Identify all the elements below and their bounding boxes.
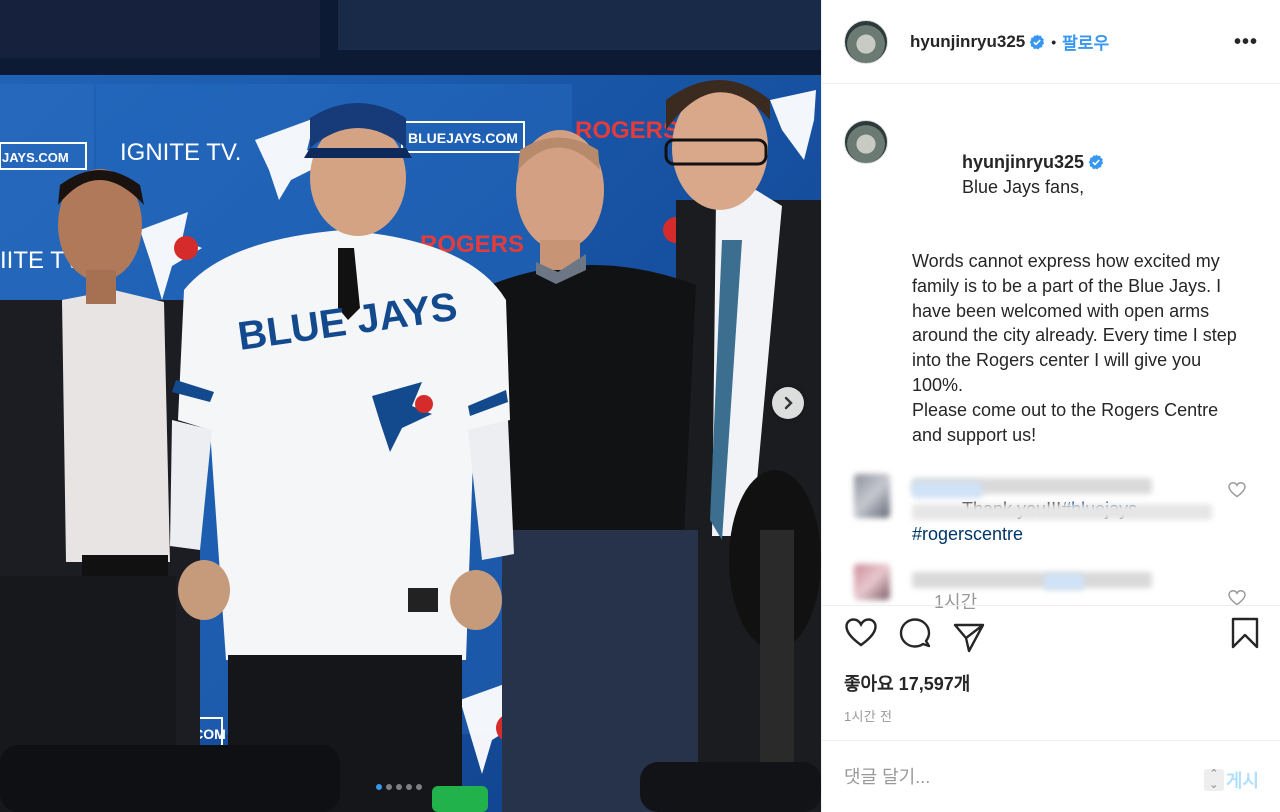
resize-grip-icon: ⌃ ⌄ (1203, 769, 1224, 791)
comment-avatar[interactable] (854, 474, 890, 518)
caption-username[interactable]: hyunjinryu325 (962, 152, 1084, 172)
photo-illustration: IGNITE TV. JAYS.COM BLUEJAYS.COM ROGERS … (0, 0, 821, 812)
svg-text:ROGERS: ROGERS (575, 117, 679, 144)
comment-item (844, 474, 1264, 522)
bookmark-icon[interactable] (1228, 616, 1262, 650)
follow-button[interactable]: 팔로우 (1062, 29, 1109, 54)
post-header: hyunjinryu325 • 팔로우 ••• (822, 0, 1280, 84)
instagram-post-view: IGNITE TV. JAYS.COM BLUEJAYS.COM ROGERS … (0, 0, 1280, 812)
post-comment-button[interactable]: ⌃ ⌄ 게시 (1203, 767, 1259, 793)
carousel-dot (386, 784, 392, 790)
comment-icon[interactable] (898, 616, 932, 650)
comment-like-icon[interactable] (1228, 590, 1246, 606)
comment-input[interactable] (844, 761, 1184, 793)
sponsor-text-2: BLUEJAYS.COM (408, 130, 518, 146)
heart-icon[interactable] (844, 616, 878, 650)
post-actions: 좋아요 17,597개 1시간 전 ⌃⌄게시 (822, 605, 1280, 811)
carousel-dot (406, 784, 412, 790)
post-caption: hyunjinryu325 Blue Jays fans, Words cann… (844, 120, 1264, 614)
svg-text:JAYS.COM: JAYS.COM (2, 150, 69, 165)
post-timestamp: 1시간 전 (844, 709, 893, 724)
post-photo[interactable]: IGNITE TV. JAYS.COM BLUEJAYS.COM ROGERS … (0, 0, 821, 812)
carousel-dot (416, 784, 422, 790)
carousel-dot (396, 784, 402, 790)
carousel-next-button[interactable] (772, 387, 804, 419)
carousel-indicators (376, 784, 422, 790)
header-separator: • (1051, 33, 1057, 50)
likes-count[interactable]: 좋아요 17,597개 (844, 670, 970, 696)
carousel-dot (376, 784, 382, 790)
sponsor-text-1: IGNITE TV. (120, 139, 241, 166)
comment-like-icon[interactable] (1228, 482, 1246, 498)
chevron-right-icon (784, 396, 793, 410)
verified-badge-icon (1088, 154, 1104, 170)
post-side-panel: hyunjinryu325 • 팔로우 ••• hyunjinryu325 Bl… (821, 0, 1280, 812)
hashtag-link[interactable]: #rogerscentre (912, 524, 1023, 544)
avatar[interactable] (844, 120, 888, 164)
more-options-icon[interactable]: ••• (1234, 31, 1258, 54)
caption-text: Words cannot express how excited my fami… (912, 250, 1237, 445)
avatar[interactable] (844, 19, 888, 64)
share-icon[interactable] (952, 620, 986, 654)
header-username[interactable]: hyunjinryu325 (910, 32, 1025, 52)
caption-greeting: Blue Jays fans, (962, 176, 1085, 197)
post-comment-label: 게시 (1225, 771, 1259, 791)
verified-badge-icon (1029, 34, 1045, 49)
add-comment-section: ⌃⌄게시 (822, 740, 1280, 812)
comment-avatar[interactable] (854, 564, 890, 600)
